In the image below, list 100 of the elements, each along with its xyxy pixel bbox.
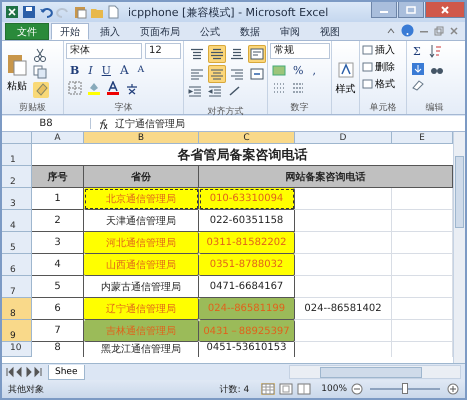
row-header[interactable]: 7	[2, 276, 32, 298]
sheet-navigation-icon[interactable]	[4, 366, 44, 378]
page-layout-icon[interactable]	[279, 383, 294, 395]
paste-button[interactable]: 粘贴	[4, 50, 30, 94]
shrink-font-button[interactable]: A	[136, 62, 146, 78]
table-cell: 0311-81582202	[199, 232, 295, 254]
table-cell: 8	[32, 342, 84, 357]
font-style-button[interactable]: I	[86, 62, 95, 78]
table-cell: 吉林通信管理局	[84, 320, 199, 342]
indent-icon[interactable]	[188, 85, 202, 97]
table-cell: 024--86581199	[199, 298, 295, 320]
align-center-button[interactable]	[208, 65, 226, 83]
format-painter-icon[interactable]	[33, 82, 49, 98]
font-style-button[interactable]: U	[100, 62, 113, 78]
ribbon-tab[interactable]: 页面布局	[131, 23, 189, 40]
row-header[interactable]: 8	[2, 298, 32, 320]
cells-icon	[362, 79, 373, 89]
align-merge-icon	[250, 68, 264, 80]
cells-menu-button[interactable]: 格式	[362, 77, 404, 91]
phonetic-icon[interactable]	[125, 81, 139, 95]
normal-view-icon[interactable]	[261, 383, 276, 395]
percent-button[interactable]: %	[291, 62, 306, 78]
text-orientation-icon[interactable]	[228, 85, 242, 97]
ribbon-tab[interactable]: 插入	[91, 23, 129, 40]
close-icon[interactable]	[449, 26, 459, 36]
fill-color-icon[interactable]	[87, 81, 101, 95]
row-header[interactable]: 6	[2, 254, 32, 276]
copy-icon[interactable]	[33, 65, 47, 79]
document-icon[interactable]	[107, 5, 119, 19]
grow-font-button[interactable]: A	[118, 62, 131, 78]
align-right-icon	[230, 68, 244, 80]
eraser-icon[interactable]	[411, 79, 425, 91]
group-label: 剪贴板	[18, 102, 47, 114]
autosum-button[interactable]: Σ	[411, 43, 423, 59]
page-break-icon[interactable]	[297, 383, 312, 395]
restore-icon[interactable]	[434, 26, 444, 36]
sheet-tab[interactable]: Shee	[48, 364, 84, 380]
save-icon[interactable]	[22, 5, 36, 19]
row-header[interactable]: 10	[2, 342, 32, 357]
column-header[interactable]: C	[199, 132, 295, 144]
table-cell: 山西通信管理局	[84, 254, 199, 276]
maximize-button[interactable]	[398, 2, 424, 18]
comma-button[interactable]: ,	[310, 62, 318, 78]
font-style-button[interactable]: B	[68, 62, 82, 78]
maximize-icon	[406, 6, 416, 14]
styles-button[interactable]: 样式	[334, 62, 357, 96]
name-box[interactable]: B8	[2, 118, 91, 129]
clipboard-icon[interactable]	[73, 5, 87, 19]
borders-icon[interactable]	[68, 81, 82, 95]
outdent-icon[interactable]	[208, 85, 222, 97]
zoom-out-icon[interactable]	[351, 383, 363, 395]
font-name-field[interactable]: 宋体	[66, 43, 142, 59]
table-cell: 0351-8788032	[199, 254, 295, 276]
ribbon-tab[interactable]: 数据	[231, 23, 269, 40]
table-cell: 北京通信管理局	[84, 188, 199, 210]
align-wrap-button[interactable]	[248, 45, 266, 63]
ribbon-tab[interactable]: 开始	[51, 23, 89, 40]
font-size-field[interactable]: 12	[145, 43, 181, 59]
ribbon-tab[interactable]: 审阅	[271, 23, 309, 40]
group-label: 单元格	[368, 102, 398, 114]
count-label: 计数: 4	[220, 384, 250, 396]
fx-icon[interactable]	[97, 118, 109, 130]
sort-icon[interactable]	[428, 44, 442, 58]
ribbon-tab[interactable]: 公式	[191, 23, 229, 40]
ribbon-tab[interactable]: 视图	[311, 23, 349, 40]
row-header[interactable]: 1	[2, 144, 32, 166]
zoom-slider-thumb[interactable]	[402, 383, 408, 394]
close-button[interactable]	[425, 2, 465, 18]
column-header[interactable]: E	[392, 132, 453, 144]
zoom-in-icon[interactable]	[447, 383, 459, 395]
column-header[interactable]: A	[32, 132, 84, 144]
fill-down-icon[interactable]	[411, 62, 425, 76]
font-color-icon[interactable]	[106, 81, 120, 95]
minimize-button[interactable]	[371, 2, 397, 18]
formula-input[interactable]: 辽宁通信管理局	[115, 116, 465, 130]
table-cell: 010-63310094	[199, 188, 295, 210]
cells-menu-button[interactable]: 插入	[362, 43, 404, 57]
table-cell: 辽宁通信管理局	[84, 298, 199, 320]
vertical-scrollbar[interactable]	[453, 132, 465, 363]
collapse-ribbon-icon[interactable]	[386, 26, 396, 36]
window-title: icpphone [兼容模式] - Microsoft Excel	[128, 4, 328, 20]
undo-icon[interactable]	[39, 5, 53, 19]
align-bottom-icon	[230, 48, 244, 60]
cells-menu-button[interactable]: 删除	[362, 60, 404, 74]
row-header[interactable]: 9	[2, 320, 32, 342]
column-header[interactable]: B	[84, 132, 199, 144]
row-header[interactable]: 3	[2, 188, 32, 210]
column-header[interactable]: D	[295, 132, 392, 144]
row-header[interactable]: 4	[2, 210, 32, 232]
ribbon-tab[interactable]: 文件	[5, 23, 49, 40]
row-header[interactable]: 2	[2, 166, 32, 188]
excel-logo-icon	[5, 5, 19, 19]
cut-icon[interactable]	[33, 48, 47, 62]
zoom-percent[interactable]: 100%	[321, 384, 347, 394]
table-cell: 2	[32, 210, 84, 232]
help-icon[interactable]	[401, 24, 414, 37]
align-middle-button[interactable]	[208, 45, 226, 63]
horizontal-scrollbar[interactable]	[289, 365, 461, 379]
row-header[interactable]: 5	[2, 232, 32, 254]
number-format-field[interactable]: 常规	[270, 43, 330, 59]
